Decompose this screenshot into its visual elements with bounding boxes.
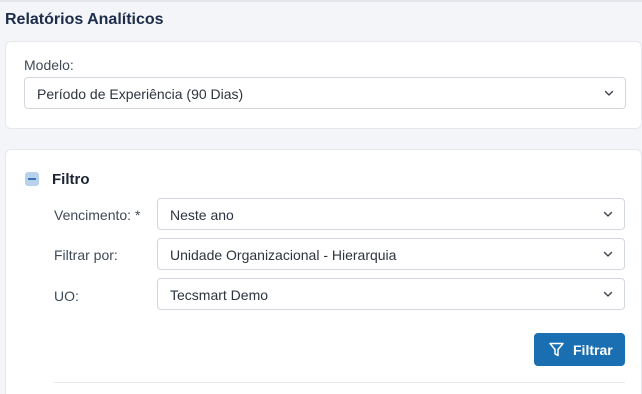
filtrar-por-select-value: Unidade Organizacional - Hierarquia [170, 247, 397, 263]
filter-card: Filtro Vencimento: * Neste ano Filtrar p… [5, 149, 642, 394]
uo-label: UO: [54, 288, 79, 304]
model-select-value: Período de Experiência (90 Dias) [37, 86, 244, 102]
model-card: Modelo: Período de Experiência (90 Dias) [5, 41, 642, 129]
model-select[interactable]: Período de Experiência (90 Dias) [24, 77, 626, 109]
vencimento-label: Vencimento: * [54, 207, 141, 223]
collapse-toggle-minus-icon[interactable] [25, 172, 39, 186]
filter-title: Filtro [52, 171, 90, 188]
top-divider [0, 0, 642, 2]
filtrar-por-select[interactable]: Unidade Organizacional - Hierarquia [157, 238, 625, 270]
page: Relatórios Analíticos Modelo: Período de… [0, 0, 642, 394]
section-divider [54, 382, 625, 383]
chevron-down-icon [603, 251, 613, 257]
vencimento-select[interactable]: Neste ano [157, 198, 625, 230]
filtrar-button-label: Filtrar [573, 342, 613, 358]
chevron-down-icon [603, 291, 613, 297]
filtrar-button[interactable]: Filtrar [534, 333, 625, 366]
uo-select-value: Tecsmart Demo [170, 287, 269, 303]
chevron-down-icon [603, 211, 613, 217]
vencimento-select-value: Neste ano [170, 207, 234, 223]
model-label: Modelo: [24, 57, 74, 73]
chevron-down-icon [604, 90, 614, 96]
uo-select[interactable]: Tecsmart Demo [157, 278, 625, 310]
page-title: Relatórios Analíticos [5, 11, 164, 28]
funnel-icon [549, 342, 564, 357]
filtrar-por-label: Filtrar por: [54, 247, 118, 263]
